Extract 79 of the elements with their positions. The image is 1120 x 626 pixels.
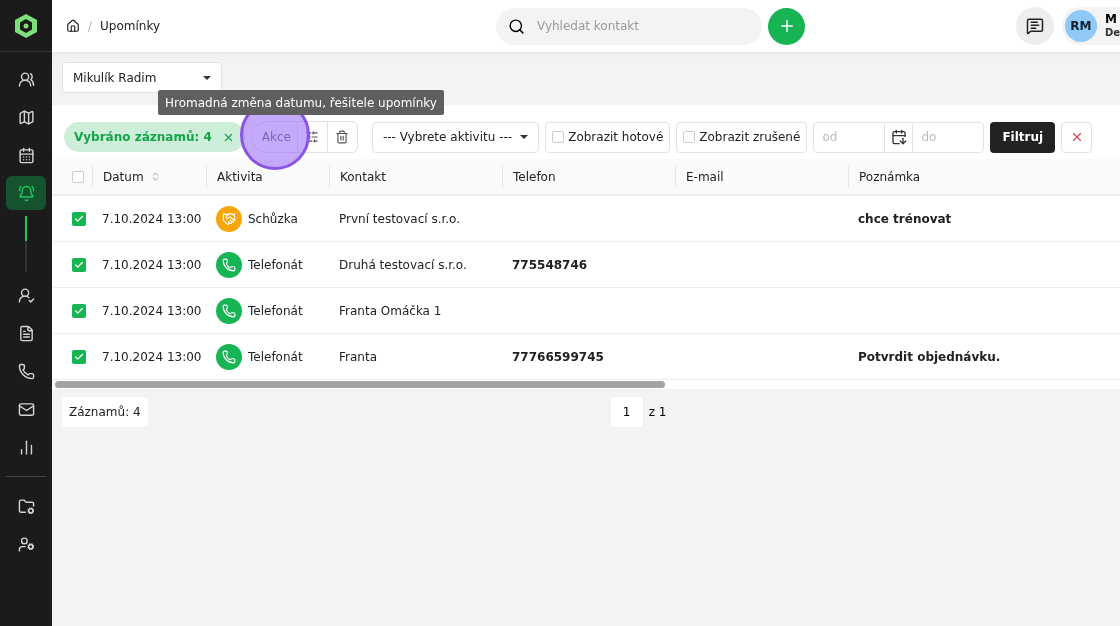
check-icon — [74, 351, 84, 362]
document-icon — [17, 324, 35, 342]
check-icon — [74, 305, 84, 316]
bell-icon — [17, 184, 35, 202]
user-role: De — [1104, 26, 1120, 39]
page-number[interactable]: 1 — [610, 397, 643, 427]
row-checkbox[interactable] — [72, 349, 86, 364]
activity-label: Telefonát — [248, 303, 303, 318]
check-icon — [74, 213, 84, 224]
message-icon — [1025, 17, 1044, 35]
activity-label: Schůzka — [248, 211, 298, 226]
selection-count: Vybráno záznamů: 4 — [74, 130, 212, 144]
search-input[interactable]: Vyhledat kontakt — [535, 18, 735, 34]
table-cell-text: 7.10.2024 13:00 — [101, 257, 203, 272]
phone-badge-icon — [216, 343, 242, 370]
table-cell-text: Druhá testovací s.r.o. — [338, 257, 468, 272]
column-header[interactable]: Poznámka — [859, 169, 921, 184]
row-checkbox[interactable] — [72, 211, 86, 226]
add-button[interactable] — [768, 7, 805, 45]
table-cell-text: Franta — [338, 349, 378, 364]
user-avatar[interactable]: RM — [1064, 10, 1097, 42]
caret-icon — [520, 135, 529, 139]
handshake-badge-icon — [216, 205, 242, 232]
calendar-button[interactable] — [885, 121, 913, 153]
table-cell-text: 7.10.2024 13:00 — [101, 303, 203, 318]
column-header[interactable]: Telefon — [513, 169, 556, 184]
user-icon — [17, 286, 35, 304]
page-total: z 1 — [648, 405, 667, 419]
scrollbar-thumb[interactable] — [55, 381, 665, 388]
calendar-icon — [890, 129, 907, 145]
phone-icon — [17, 362, 35, 380]
table-cell-text: 77766599745 — [511, 349, 605, 364]
folder-settings-icon — [17, 497, 35, 515]
table-cell-text: 775548746 — [511, 257, 589, 272]
search-field[interactable]: Vyhledat kontakt — [496, 7, 762, 45]
user-settings-icon — [17, 535, 35, 553]
table-cell-text: 7.10.2024 13:00 — [101, 211, 203, 226]
user-name: M — [1104, 13, 1118, 26]
mail-icon — [17, 400, 35, 418]
logo-icon — [14, 12, 38, 39]
show-done-checkbox[interactable]: Zobrazit hotové — [545, 121, 671, 153]
activity-label: Telefonát — [248, 349, 303, 364]
date-from-field[interactable]: od — [813, 121, 886, 153]
phone-badge-icon — [216, 251, 242, 278]
date-to-field[interactable]: do — [912, 121, 985, 153]
sidebar-item[interactable] — [6, 176, 46, 210]
contacts-icon — [17, 70, 35, 88]
filter-button[interactable]: Filtruj — [990, 121, 1056, 153]
row-checkbox[interactable] — [72, 303, 86, 318]
column-header[interactable]: E-mail — [686, 169, 724, 184]
calendar-icon — [17, 146, 35, 164]
map-icon — [17, 108, 35, 126]
activity-select[interactable]: --- Vybrete aktivitu --- — [371, 121, 540, 153]
row-checkbox[interactable] — [72, 257, 86, 272]
table-cell-text: První testovací s.r.o. — [338, 211, 462, 226]
tooltip: Hromadná změna datumu, řešitele upomínky — [158, 90, 444, 115]
column-header[interactable]: Kontakt — [340, 169, 386, 184]
search-icon — [508, 17, 525, 35]
owner-select[interactable]: Mikulík Radim — [62, 62, 222, 93]
trash-icon — [335, 130, 350, 144]
record-count: Záznamů: 4 — [62, 397, 148, 427]
actions-label: Akce — [260, 130, 292, 144]
table-cell-text: chce trénovat — [857, 211, 953, 226]
column-header[interactable]: Aktivita — [217, 169, 263, 184]
caret-icon — [203, 75, 211, 80]
home-icon[interactable] — [66, 19, 80, 33]
table-cell-text: 7.10.2024 13:00 — [101, 349, 203, 364]
check-icon — [74, 259, 84, 270]
show-cancelled-checkbox[interactable]: Zobrazit zrušené — [676, 121, 808, 153]
table-cell-text: Potvrdit objednávku. — [857, 349, 1002, 364]
column-header[interactable]: Datum — [103, 169, 144, 184]
table-cell-text: Franta Omáčka 1 — [338, 303, 443, 318]
breadcrumb-separator: / — [88, 19, 93, 33]
activity-label: Telefonát — [248, 257, 303, 272]
select-all-checkbox[interactable] — [72, 170, 84, 183]
messages-button[interactable] — [1015, 7, 1054, 45]
phone-badge-icon — [216, 297, 242, 324]
sliders-icon — [305, 130, 320, 144]
breadcrumb-current[interactable]: Upomínky — [100, 19, 161, 33]
